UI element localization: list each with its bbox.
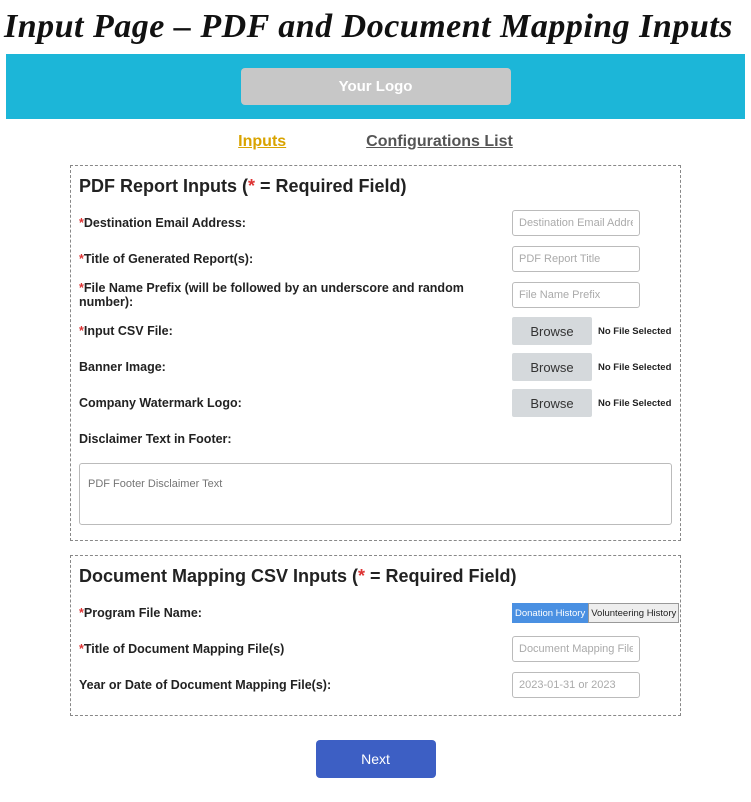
tabs: Inputs Configurations List xyxy=(0,119,751,161)
browse-csv-button[interactable]: Browse xyxy=(512,317,592,345)
required-star: * xyxy=(358,566,365,586)
pdf-heading-pre: PDF Report Inputs ( xyxy=(79,176,248,196)
tab-inputs[interactable]: Inputs xyxy=(238,133,286,151)
label-program-name: *Program File Name: xyxy=(79,606,512,620)
browse-banner-button[interactable]: Browse xyxy=(512,353,592,381)
toggle-donation-history[interactable]: Donation History xyxy=(512,603,588,623)
doc-mapping-panel: Document Mapping CSV Inputs (* = Require… xyxy=(70,555,681,716)
dest-email-input[interactable] xyxy=(512,210,640,236)
row-disclaimer-label: Disclaimer Text in Footer: xyxy=(79,423,672,455)
label-text: Program File Name: xyxy=(84,606,202,620)
row-doc-title: *Title of Document Mapping File(s) xyxy=(79,633,672,665)
label-watermark: Company Watermark Logo: xyxy=(79,396,512,410)
label-input-csv: *Input CSV File: xyxy=(79,324,512,338)
logo-bar: Your Logo xyxy=(6,54,745,119)
doc-heading-pre: Document Mapping CSV Inputs ( xyxy=(79,566,358,586)
program-toggle: Donation History Volunteering History xyxy=(512,603,672,623)
row-dest-email: *Destination Email Address: xyxy=(79,207,672,239)
label-report-title: *Title of Generated Report(s): xyxy=(79,252,512,266)
doc-title-input[interactable] xyxy=(512,636,640,662)
label-doc-title: *Title of Document Mapping File(s) xyxy=(79,642,512,656)
file-prefix-input[interactable] xyxy=(512,282,640,308)
row-doc-date: Year or Date of Document Mapping File(s)… xyxy=(79,669,672,701)
row-input-csv: *Input CSV File: Browse No File Selected xyxy=(79,315,672,347)
disclaimer-textarea[interactable] xyxy=(79,463,672,525)
csv-file-status: No File Selected xyxy=(598,326,671,337)
row-file-prefix: *File Name Prefix (will be followed by a… xyxy=(79,279,672,311)
pdf-panel-title: PDF Report Inputs (* = Required Field) xyxy=(79,174,672,207)
doc-date-input[interactable] xyxy=(512,672,640,698)
row-banner: Banner Image: Browse No File Selected xyxy=(79,351,672,383)
page-title: Input Page – PDF and Document Mapping In… xyxy=(0,0,751,54)
toggle-volunteering-history[interactable]: Volunteering History xyxy=(588,603,679,623)
label-doc-date: Year or Date of Document Mapping File(s)… xyxy=(79,678,512,692)
label-banner: Banner Image: xyxy=(79,360,512,374)
row-program-name: *Program File Name: Donation History Vol… xyxy=(79,597,672,629)
label-text: Destination Email Address: xyxy=(84,216,246,230)
doc-heading-post: = Required Field) xyxy=(365,566,517,586)
next-button[interactable]: Next xyxy=(316,740,436,778)
tab-configurations[interactable]: Configurations List xyxy=(366,133,513,151)
label-text: Title of Generated Report(s): xyxy=(84,252,253,266)
pdf-report-panel: PDF Report Inputs (* = Required Field) *… xyxy=(70,165,681,541)
browse-watermark-button[interactable]: Browse xyxy=(512,389,592,417)
row-watermark: Company Watermark Logo: Browse No File S… xyxy=(79,387,672,419)
watermark-file-status: No File Selected xyxy=(598,398,671,409)
label-text: Input CSV File: xyxy=(84,324,173,338)
label-file-prefix: *File Name Prefix (will be followed by a… xyxy=(79,281,512,309)
label-dest-email: *Destination Email Address: xyxy=(79,216,512,230)
doc-panel-title: Document Mapping CSV Inputs (* = Require… xyxy=(79,564,672,597)
logo-placeholder: Your Logo xyxy=(241,68,511,105)
label-text: File Name Prefix (will be followed by an… xyxy=(79,281,464,309)
required-star: * xyxy=(248,176,255,196)
report-title-input[interactable] xyxy=(512,246,640,272)
pdf-heading-post: = Required Field) xyxy=(255,176,407,196)
banner-file-status: No File Selected xyxy=(598,362,671,373)
label-disclaimer: Disclaimer Text in Footer: xyxy=(79,432,672,446)
next-row: Next xyxy=(0,730,751,802)
label-text: Title of Document Mapping File(s) xyxy=(84,642,284,656)
row-report-title: *Title of Generated Report(s): xyxy=(79,243,672,275)
